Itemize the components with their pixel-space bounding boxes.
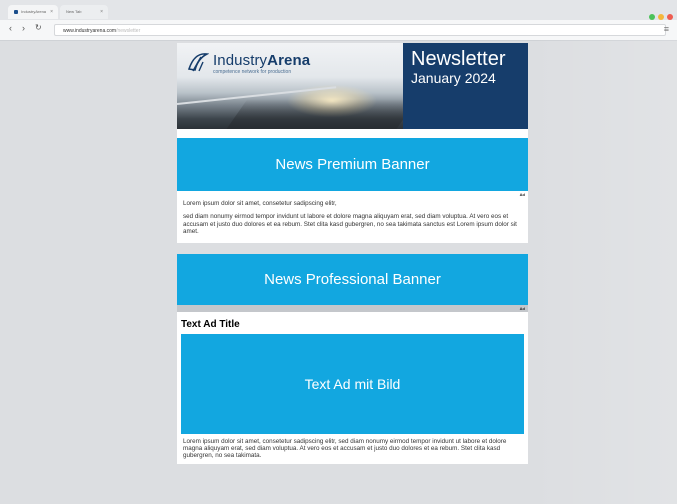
tab-close-icon[interactable]: × [100, 5, 103, 19]
premium-banner[interactable]: News Premium Banner [177, 138, 528, 191]
intro-paragraph: sed diam nonumy eirmod tempor invidunt u… [183, 213, 517, 236]
url-host: www.industryarena.com [63, 28, 117, 34]
professional-banner[interactable]: News Professional Banner [177, 253, 528, 305]
browser-tab-strip: IndustryArena × New Tab × [0, 0, 677, 20]
tab-close-icon[interactable]: × [50, 5, 53, 19]
back-icon[interactable]: ‹ [9, 23, 12, 33]
intro-text: Lorem ipsum dolor sit amet, consetetur s… [177, 198, 528, 243]
browser-tab[interactable]: New Tab × [60, 5, 108, 19]
newsletter-page: IndustryArena competence network for pro… [177, 43, 528, 464]
text-ad-title[interactable]: Text Ad Title [181, 319, 524, 330]
browser-menu-icon[interactable]: ≡ [664, 24, 669, 34]
tab-label: IndustryArena [21, 9, 47, 14]
forward-icon[interactable]: › [22, 23, 25, 33]
road-shape [226, 99, 418, 129]
url-input[interactable]: www.industryarena.com/newsletter [54, 24, 666, 36]
section-separator [177, 242, 528, 254]
logo-word-bold: Arena [267, 52, 311, 69]
address-bar: ‹ › ↻ www.industryarena.com/newsletter ≡ [0, 20, 677, 41]
text-ad-body: Lorem ipsum dolor sit amet, consetetur s… [183, 437, 507, 460]
newsletter-header: IndustryArena competence network for pro… [177, 43, 528, 129]
logo-tagline: competence network for production [213, 69, 292, 75]
logo-mark-icon [187, 53, 209, 72]
text-ad: Text Ad Title Text Ad mit Bild Lorem ips… [177, 311, 528, 464]
ad-label: Ad [177, 191, 528, 198]
text-ad-image[interactable]: Text Ad mit Bild [181, 333, 524, 434]
ad-label: Ad [177, 304, 528, 312]
url-path: /newsletter [116, 28, 141, 34]
logo-word-plain: Industry [213, 52, 268, 69]
browser-tab-active[interactable]: IndustryArena × [8, 5, 58, 19]
reload-icon[interactable]: ↻ [35, 23, 42, 32]
newsletter-title: Newsletter [411, 48, 506, 70]
spacer [177, 129, 528, 138]
newsletter-title-box: Newsletter January 2024 [403, 43, 528, 129]
intro-paragraph: Lorem ipsum dolor sit amet, consetetur s… [183, 200, 337, 207]
logo-wordmark: IndustryArena [213, 52, 310, 69]
tab-label: New Tab [66, 9, 82, 14]
favicon-icon [14, 9, 18, 14]
background-decoration [527, 40, 677, 504]
newsletter-date: January 2024 [411, 70, 496, 86]
